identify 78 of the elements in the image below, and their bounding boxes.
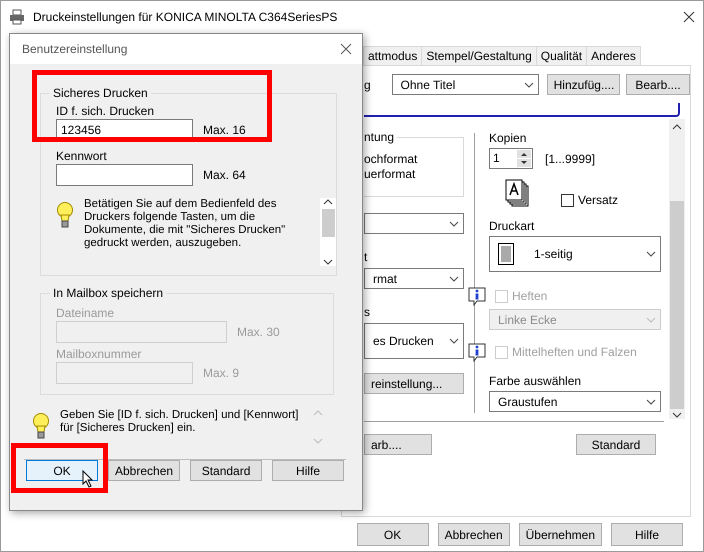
dialog-button[interactable]: Übernehmen: [518, 523, 602, 546]
info-icon: [467, 342, 487, 362]
page-icon: [498, 243, 514, 265]
dialog-button[interactable]: Hilfe: [611, 523, 683, 546]
dialog-button[interactable]: Hilfe: [272, 460, 344, 481]
max-length-text: Max. 64: [203, 168, 246, 182]
chevron-down-icon: [646, 251, 656, 257]
copies-spinner[interactable]: 1: [489, 148, 533, 169]
chevron-down-icon: [449, 220, 459, 226]
field-label: Mailboxnummer: [56, 347, 142, 361]
scrollbar[interactable]: [669, 119, 685, 419]
group-title: Sicheres Drucken: [52, 86, 149, 100]
info-icon: [467, 286, 487, 306]
chevron-down-icon: [449, 338, 459, 344]
chevron-up-icon[interactable]: [672, 123, 682, 131]
close-icon[interactable]: [683, 11, 695, 23]
chevron-up-icon: [313, 409, 323, 417]
dropdown[interactable]: [364, 213, 464, 234]
max-length-text: Max. 16: [203, 123, 246, 137]
chevron-down-icon: [313, 437, 323, 445]
info-text: Betätigen Sie auf dem Bedienfeld des Druckers folgende Tasten, um die Dokumente, die mit "Sicheres Drucken" gedruckt werden, auszugeben.: [84, 198, 286, 251]
range-text: [1...9999]: [545, 152, 596, 166]
dropdown[interactable]: Graustufen: [489, 391, 661, 412]
add-button[interactable]: Hinzufüg....: [546, 74, 620, 95]
field-label: s: [364, 305, 371, 319]
field-label: t: [364, 250, 368, 264]
settings-button[interactable]: reinstellung...: [364, 373, 464, 394]
chevron-down-icon: [524, 82, 534, 88]
field-label: Kopien: [489, 131, 528, 145]
chevron-down-icon[interactable]: [323, 258, 333, 266]
dialog-button[interactable]: Standard: [190, 460, 262, 481]
dropdown[interactable]: es Drucken: [364, 323, 464, 359]
tab[interactable]: Stempel/Gestaltung: [421, 46, 537, 65]
checkbox[interactable]: [561, 194, 574, 206]
dialog-button[interactable]: Abbrechen: [108, 460, 180, 481]
radio-label: uerformat: [364, 167, 416, 181]
group-title: In Mailbox speichern: [52, 286, 164, 300]
light-bulb-icon: [32, 413, 50, 441]
checkbox-label: Versatz: [578, 193, 618, 207]
field-label: Druckart: [489, 219, 536, 233]
light-bulb-icon: [56, 202, 74, 230]
field-label: Dateiname: [56, 306, 116, 320]
checkbox-label: Heften: [512, 289, 548, 303]
dialog-title: Benutzereinstellung: [22, 42, 128, 56]
dropdown[interactable]: 1-seitig: [489, 236, 661, 272]
radio-label: ochformat: [364, 152, 418, 166]
chevron-down-icon: [646, 316, 656, 322]
default-button[interactable]: Standard: [576, 434, 656, 455]
tab[interactable]: attmodus: [363, 46, 422, 65]
group-title: ntung: [364, 130, 398, 144]
window-title: Druckeinstellungen für KONICA MINOLTA C364SeriesPS: [33, 10, 338, 24]
scrollbar[interactable]: [320, 198, 336, 266]
chevron-down-icon[interactable]: [672, 411, 682, 419]
mouse-cursor-icon: [82, 470, 94, 488]
chevron-up-icon[interactable]: [323, 198, 333, 206]
dialog-button[interactable]: OK: [356, 523, 429, 546]
input-field[interactable]: [56, 164, 193, 186]
dropdown[interactable]: Ohne Titel: [392, 74, 539, 95]
chevron-down-icon: [449, 276, 459, 282]
field-label: Kennwort: [56, 149, 108, 163]
collated-pages-icon: [505, 179, 531, 209]
max-length-text: Max. 9: [203, 366, 240, 380]
checkbox-label: Mittelheften und Falzen: [512, 345, 637, 359]
dialog-button[interactable]: Abbrechen: [438, 523, 510, 546]
tab[interactable]: Qualität: [536, 46, 588, 65]
tab[interactable]: Anderes: [586, 46, 641, 65]
edit-button[interactable]: arb....: [364, 434, 432, 455]
hint-text: Geben Sie [ID f. sich. Drucken] und [Kennwort] für [Sicheres Drucken] ein.: [60, 409, 300, 436]
edit-button[interactable]: Bearb....: [626, 74, 690, 95]
field-label: g: [364, 78, 372, 92]
chevron-down-icon: [646, 398, 656, 404]
printer-icon: [9, 9, 25, 25]
field-label: ID f. sich. Drucken: [56, 104, 156, 118]
dialog-button[interactable]: OK: [26, 460, 98, 481]
dropdown[interactable]: rmat: [364, 268, 464, 289]
max-length-text: Max. 30: [237, 325, 280, 339]
close-icon[interactable]: [340, 43, 352, 55]
field-label: Farbe auswählen: [489, 374, 582, 388]
